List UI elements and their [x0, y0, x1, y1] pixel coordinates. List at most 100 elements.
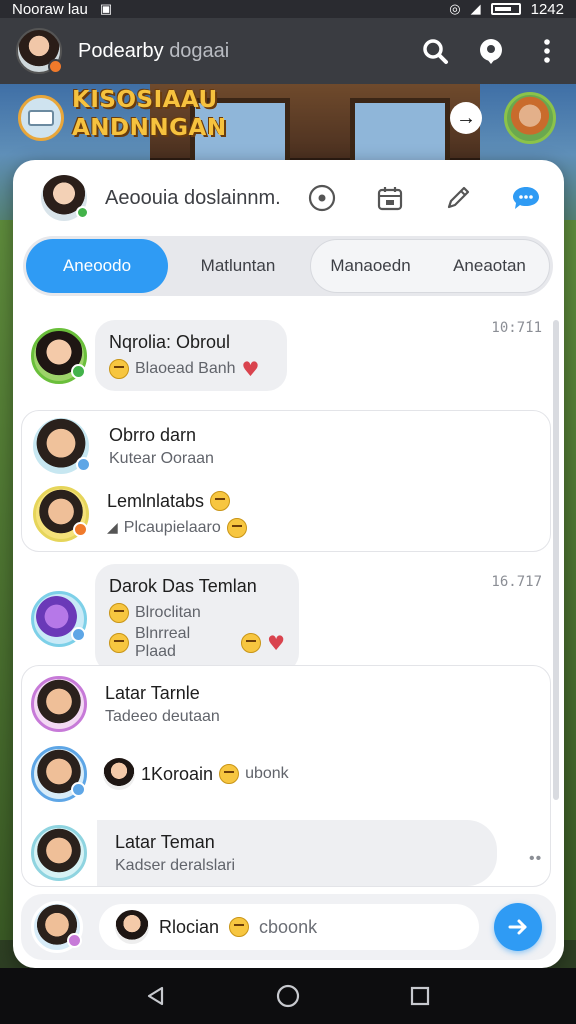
- conversation-preview: ubonk: [245, 765, 289, 782]
- conversation-preview: Blaoead Banh: [135, 360, 236, 377]
- avatar: [31, 327, 87, 384]
- composer-placeholder: cboonk: [259, 916, 318, 937]
- status-badge: [67, 933, 82, 948]
- battery-icon: [490, 3, 521, 15]
- conversation-name: Latar Tarnle: [105, 682, 200, 703]
- emoji-icon: [219, 764, 240, 784]
- conversation-item[interactable]: Latar Tarnle Tadeeo deutaan: [13, 676, 564, 732]
- composer-avatar[interactable]: [31, 901, 83, 953]
- chat-bubble-icon[interactable]: [510, 182, 542, 214]
- tab-group: Manaoedn Aneaotan: [310, 239, 550, 293]
- game-vehicle-icon[interactable]: [18, 95, 64, 141]
- conversation-item[interactable]: 1Koroain ubonk: [13, 746, 564, 802]
- more-vertical-icon[interactable]: [532, 36, 562, 66]
- recents-icon[interactable]: [400, 976, 440, 1016]
- online-badge: [71, 363, 86, 379]
- conversation-item[interactable]: Darok Das Temlan Blroclitan Blnrreal Pla…: [13, 564, 564, 673]
- user-name: Aeoouia doslainnm.: [105, 186, 281, 209]
- location-pin-icon[interactable]: [476, 36, 506, 66]
- emoji-icon: [109, 633, 129, 653]
- conversation-time: 10:7́11: [491, 320, 542, 336]
- conversation-item[interactable]: Obrro darn Kutear Ooraan: [13, 418, 564, 474]
- alarm-icon: ◎: [449, 1, 461, 16]
- conversation-item[interactable]: Latar Teman Kadser deralslari: [13, 820, 564, 886]
- status-badge: [71, 626, 86, 642]
- calendar-icon[interactable]: [374, 182, 406, 214]
- message-input[interactable]: Rlocian cboonk: [99, 904, 479, 950]
- conversation-name: Latar Teman: [115, 832, 215, 852]
- mini-avatar: [103, 758, 135, 790]
- app-title-main: Podearby: [78, 39, 164, 62]
- conversation-preview: Plcaupielaaro: [123, 518, 221, 536]
- tab-manaoedn[interactable]: Manaoedn: [311, 239, 430, 293]
- emoji-icon: [109, 359, 129, 379]
- tab-aneoodo[interactable]: Aneoodo: [26, 239, 168, 293]
- conversation-time: 16.717: [491, 574, 542, 590]
- status-left-text: Nooraw lau: [12, 0, 88, 18]
- conversation-name: Obrro darn: [109, 424, 197, 445]
- emoji-icon: [241, 633, 262, 653]
- status-time: 1242: [530, 0, 564, 18]
- home-icon[interactable]: [268, 976, 308, 1016]
- emoji-icon: [109, 603, 129, 623]
- heart-icon: [242, 357, 260, 381]
- message-bubble: Latar Teman Kadser deralslari: [97, 820, 497, 886]
- app-title: Podearby dogaai: [78, 40, 229, 63]
- tool-icon: ◢: [107, 519, 118, 535]
- heart-icon: [267, 631, 285, 655]
- avatar: [31, 590, 87, 647]
- tab-matluntan[interactable]: Matluntan: [168, 239, 308, 293]
- game-title-line1: KISOSIAAU: [72, 87, 218, 113]
- app-title-muted: dogaai: [169, 39, 230, 62]
- conversation-item[interactable]: Nqrolia: Obroul Blaoead Banh: [13, 320, 564, 391]
- conversation-name: Lemlnlatabs: [107, 490, 205, 511]
- message-bubble: Darok Das Temlan Blroclitan Blnrreal Pla…: [95, 564, 299, 673]
- app-bar: Podearby dogaai: [0, 18, 576, 84]
- conversation-preview-1: Blroclitan: [135, 604, 201, 621]
- chat-sheet: Aeoouia doslainnm. Aneoodo Matluntan Man…: [13, 160, 564, 968]
- conversation-preview-2: Blnrreal Plaad: [135, 625, 191, 660]
- status-badge: [71, 782, 86, 797]
- conversation-name: 1Koroain: [141, 763, 214, 784]
- system-nav-bar: [0, 968, 576, 1024]
- game-foliage-right: [562, 220, 576, 940]
- status-bar: Nooraw lau ▣ ◎ ◢ 1242: [0, 0, 576, 18]
- tab-bar: Aneoodo Matluntan Manaoedn Aneaotan: [23, 236, 553, 296]
- conversation-name: Darok Das Temlan: [109, 576, 257, 596]
- game-title: KISOSIAAU ANDNNGAN: [72, 86, 227, 142]
- pencil-icon[interactable]: [442, 182, 474, 214]
- emoji-icon: [210, 491, 231, 511]
- conversation-preview: Kadser deralslari: [115, 857, 236, 874]
- send-button[interactable]: [494, 903, 542, 951]
- emoji-icon: [229, 917, 250, 937]
- status-badge: [76, 457, 91, 472]
- arrow-right-icon[interactable]: →: [450, 102, 482, 134]
- conversation-item[interactable]: Lemlnlatabs ◢ Plcaupielaaro: [13, 486, 564, 542]
- emoji-icon: [226, 517, 247, 538]
- avatar: [33, 486, 89, 542]
- game-character-avatar[interactable]: [504, 92, 556, 144]
- user-avatar[interactable]: [41, 175, 89, 221]
- status-badge: [73, 522, 88, 537]
- composer: Rlocian cboonk: [21, 894, 556, 960]
- mini-avatar: [115, 910, 149, 944]
- conversation-preview: Tadeeo deutaan: [105, 707, 220, 725]
- composer-name: Rlocian: [159, 916, 220, 937]
- avatar: [31, 676, 87, 732]
- signal-icon: ◢: [470, 1, 481, 16]
- sheet-header: Aeoouia doslainnm.: [13, 160, 564, 236]
- more-indicator[interactable]: ••: [529, 850, 542, 868]
- arrow-right-icon: [508, 919, 527, 935]
- avatar: [31, 746, 87, 802]
- avatar: [33, 418, 91, 474]
- compass-icon[interactable]: [306, 182, 338, 214]
- game-title-line2: ANDNNGAN: [72, 115, 227, 141]
- avatar: [31, 825, 87, 881]
- conversation-name: Nqrolia: Obroul: [109, 332, 231, 352]
- profile-avatar[interactable]: [16, 28, 63, 74]
- online-badge: [76, 206, 89, 219]
- back-icon[interactable]: [136, 976, 176, 1016]
- search-icon[interactable]: [420, 36, 450, 66]
- tab-aneaotan[interactable]: Aneaotan: [430, 239, 549, 293]
- online-badge: [48, 59, 63, 74]
